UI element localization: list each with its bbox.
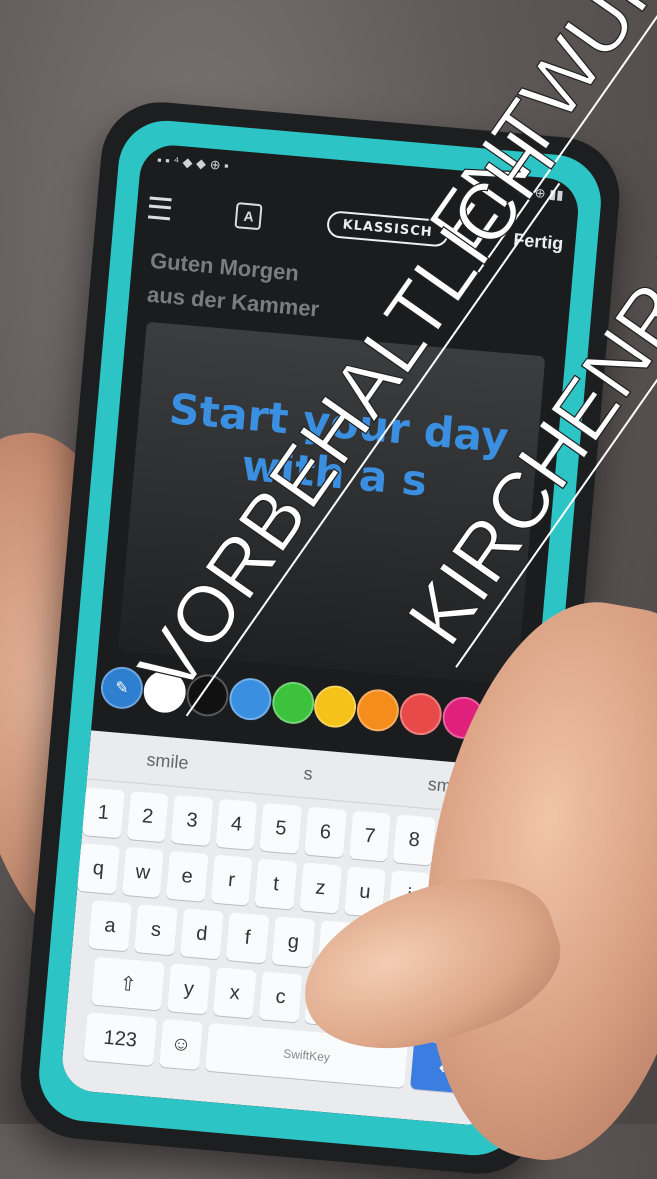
key[interactable]: r [210,854,253,906]
key[interactable]: 7 [348,810,392,862]
text-style-icon[interactable]: A [234,202,263,231]
status-icons-left: ▪ ▪ ⁴ ◆ ◆ ⊕ ▪ [156,152,230,174]
story-photo: Start your day with a s [118,321,546,686]
key[interactable]: q [77,842,120,895]
key[interactable]: z [299,862,342,914]
color-swatch[interactable] [312,683,359,730]
key[interactable]: 1 [81,787,125,839]
shift-key[interactable]: ⇧ [91,956,166,1011]
key[interactable]: d [179,908,224,960]
key[interactable]: 2 [126,791,170,843]
menu-icon[interactable] [147,196,172,221]
color-swatch[interactable] [269,680,316,726]
key[interactable]: x [212,967,257,1019]
numbers-key[interactable]: 123 [83,1012,158,1067]
key[interactable]: f [225,912,270,964]
color-swatch[interactable] [398,691,444,737]
key[interactable]: y [166,963,211,1015]
emoji-key[interactable]: ☺ [159,1018,204,1071]
key[interactable]: g [271,916,316,968]
key[interactable]: 5 [259,802,303,854]
story-caption: Guten Morgen aus der Kammer [146,244,324,327]
color-swatch[interactable] [184,672,231,719]
suggestion-item[interactable]: smile [146,749,190,774]
color-swatch[interactable] [227,676,273,722]
key[interactable]: a [88,900,133,952]
key[interactable]: 3 [170,794,214,847]
color-swatch[interactable] [141,668,188,715]
done-button[interactable]: Fertig [513,229,565,254]
eyedropper-icon[interactable]: ✎ [99,665,145,711]
key[interactable]: 8 [392,814,436,866]
color-swatch[interactable] [355,687,401,734]
text-mode-button[interactable]: KLASSISCH [325,209,450,248]
key[interactable]: s [133,904,178,956]
key[interactable]: 4 [215,798,258,851]
key[interactable]: w [121,846,165,899]
status-icons-right: ▪ ▪ ⊕ ▮▮ [517,183,565,203]
key[interactable]: t [254,858,298,910]
key[interactable]: 6 [304,806,347,858]
suggestion-item[interactable]: s [303,763,314,785]
photo-scene: ▪ ▪ ⁴ ◆ ◆ ⊕ ▪ ▪ ▪ ⊕ ▮▮ A KLASSISCH Ferti… [0,0,657,1179]
key[interactable]: e [165,850,209,902]
story-text-overlay[interactable]: Start your day with a s [133,381,540,515]
key[interactable]: c [258,971,303,1023]
